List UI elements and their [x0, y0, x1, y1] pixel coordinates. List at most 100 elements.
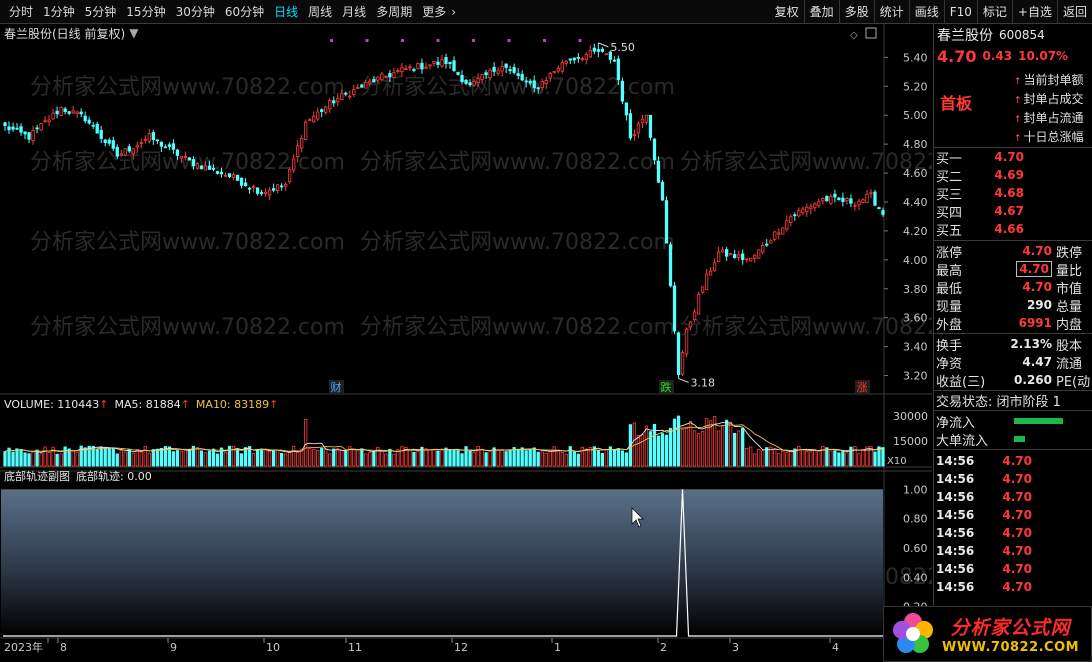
candle-body — [352, 89, 356, 95]
candle-body — [440, 59, 444, 67]
volume-bar — [11, 451, 15, 467]
candle-body — [151, 132, 155, 140]
tick-list[interactable]: 14:56 4.70 14:56 4.70 14:56 4.70 14:56 4.70 14:5… — [934, 450, 1092, 596]
low-label: 3.18 — [691, 376, 716, 389]
tick-time: 14:56 — [936, 544, 975, 558]
volume-bar — [556, 449, 560, 467]
candle-body — [592, 47, 596, 52]
candle-body — [231, 174, 236, 179]
volume-bar — [179, 450, 184, 467]
period-tab-2[interactable]: 5分钟 — [80, 0, 122, 24]
watermark-text-5: 分析家公式网www.70822.com — [30, 230, 345, 255]
candle-body — [324, 106, 328, 113]
diamond-icon[interactable]: ◇ — [850, 30, 858, 41]
watermark-text-0: 分析家公式网www.70822.com — [30, 75, 345, 100]
candle-body — [71, 110, 75, 114]
period-tab-0[interactable]: 分时 — [4, 0, 38, 24]
volume-bar — [328, 453, 332, 467]
candle-body — [692, 311, 697, 320]
candle-body — [729, 253, 733, 256]
candle-body — [664, 200, 669, 244]
tick-time: 14:56 — [936, 562, 975, 576]
candle-body — [745, 258, 749, 261]
candle-body — [628, 113, 633, 139]
candle-body — [424, 66, 428, 69]
event-marker-2[interactable]: 涨 — [857, 381, 868, 394]
sub-chart-value: 底部轨迹: 0.00 — [76, 470, 152, 483]
candle-body — [332, 100, 336, 104]
candle-body — [508, 69, 512, 72]
event-marker-0[interactable]: 财 — [331, 380, 342, 394]
candle-body — [877, 207, 881, 209]
volume-bar — [873, 451, 877, 467]
candle-body — [777, 232, 781, 235]
candle-body — [215, 171, 220, 174]
toolbar-button-1[interactable]: 叠加 — [803, 0, 839, 24]
main-title-text: 春兰股份(日线 前复权) — [4, 26, 126, 41]
toolbar-button-0[interactable]: 复权 — [770, 0, 804, 24]
volume-bar — [572, 451, 576, 467]
volume-bar — [340, 450, 344, 467]
period-tab-6[interactable]: 日线 — [269, 0, 303, 24]
period-tab-7[interactable]: 周线 — [303, 0, 337, 24]
bid-label: 买一 — [936, 151, 963, 167]
candle-body — [584, 54, 588, 60]
period-tab-8[interactable]: 月线 — [337, 0, 371, 24]
candle-body — [183, 156, 188, 158]
period-tab-10[interactable]: 更多 — [417, 0, 451, 24]
volume-bar — [412, 451, 416, 467]
toolbar-button-6[interactable]: 标记 — [976, 0, 1012, 24]
volume-bar — [757, 448, 761, 467]
volume-bar — [300, 448, 304, 467]
volume-bar — [251, 453, 256, 467]
candle-body — [696, 294, 701, 315]
volume-bar — [520, 447, 524, 467]
candle-body — [139, 142, 143, 144]
toolbar-button-7[interactable]: +自选 — [1011, 0, 1057, 24]
toolbar-button-2[interactable]: 多股 — [838, 0, 874, 24]
volume-bar — [183, 448, 188, 467]
period-tab-5[interactable]: 60分钟 — [220, 0, 269, 24]
candle-body — [275, 184, 280, 191]
candle-body — [320, 109, 324, 112]
tick-price: 4.70 — [1002, 508, 1032, 522]
event-marker-1[interactable]: 跌 — [661, 380, 672, 394]
sub-chart-fill — [1, 489, 883, 636]
candle-body — [781, 227, 785, 235]
toolbar-button-4[interactable]: 画线 — [908, 0, 944, 24]
watermark-text-1: 分析家公式网www.70822.com — [360, 75, 675, 100]
volume-bar — [448, 449, 452, 467]
price-tick-label-0: 5.40 — [903, 51, 928, 64]
kline-chart[interactable]: 分析家公式网www.70822.com 分析家公式网www.70822.com 分析… — [0, 24, 932, 662]
candle-body — [460, 74, 464, 83]
volume-bar — [753, 453, 757, 467]
candle-body — [219, 171, 224, 175]
volume-bar — [656, 435, 661, 467]
candle-body — [39, 123, 43, 131]
stat-label: 收益(三) — [936, 374, 986, 390]
volume-bar — [845, 452, 849, 467]
tick-price: 4.70 — [1002, 580, 1032, 594]
candle-body — [416, 63, 420, 69]
volume-bar — [468, 451, 472, 467]
volume-bar — [227, 445, 232, 467]
period-tab-3[interactable]: 15分钟 — [121, 0, 170, 24]
volume-bar — [408, 449, 412, 467]
chevron-right-icon[interactable]: › — [451, 0, 461, 24]
candle-body — [259, 192, 264, 194]
quote-panel: 春兰股份 600854 4.70 0.43 10.07% 首板 ↑ 当前封单额 ↑ 封… — [933, 24, 1092, 662]
volume-bar — [680, 429, 685, 467]
period-tab-1[interactable]: 1分钟 — [38, 0, 80, 24]
period-tab-9[interactable]: 多周期 — [371, 0, 417, 24]
volume-bar — [440, 448, 444, 467]
toolbar-button-5[interactable]: F10 — [943, 0, 977, 24]
candle-body — [195, 163, 200, 169]
signal-dot — [507, 39, 511, 42]
period-tab-4[interactable]: 30分钟 — [171, 0, 220, 24]
candle-body — [556, 68, 560, 72]
toolbar-button-8[interactable]: 返回 — [1056, 0, 1092, 24]
toolbar-button-3[interactable]: 统计 — [873, 0, 909, 24]
settings-circle-icon[interactable]: ▼ — [129, 26, 138, 40]
stat-label-2: 市值 — [1056, 281, 1083, 297]
candle-body — [127, 146, 131, 152]
